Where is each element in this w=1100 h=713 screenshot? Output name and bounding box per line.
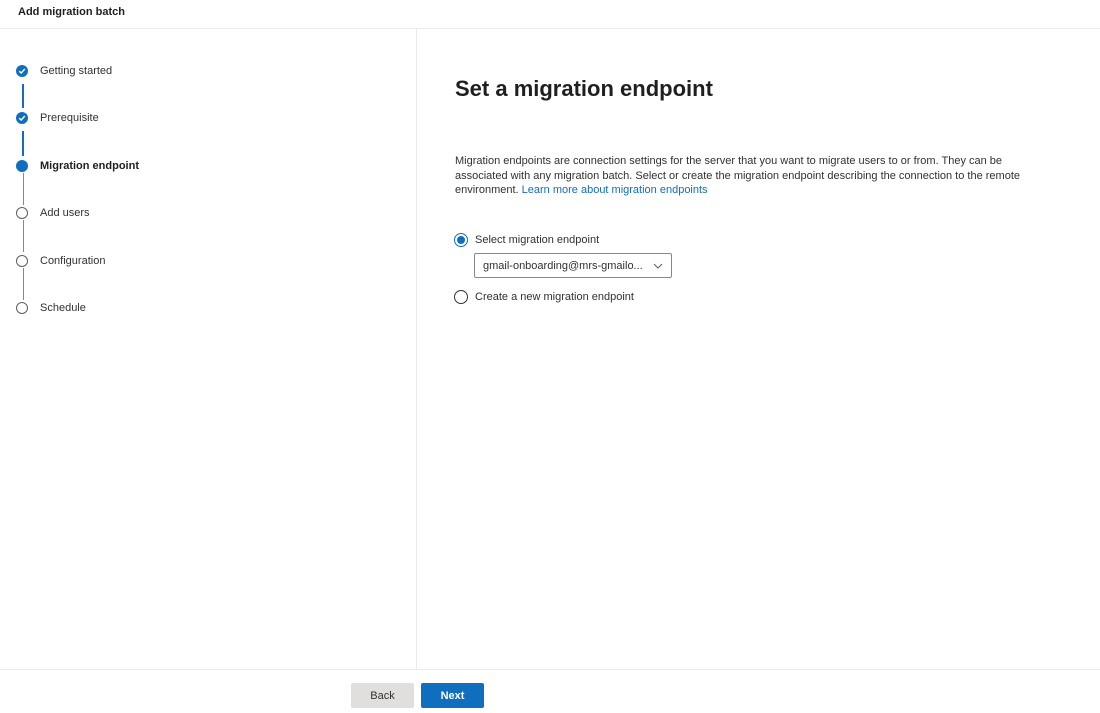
step-migration-endpoint: Migration endpoint [16, 158, 139, 174]
step-label: Prerequisite [40, 112, 99, 124]
pending-step-icon [16, 255, 28, 267]
wizard-steps: Getting started Prerequisite Migration e… [0, 29, 417, 669]
step-getting-started: Getting started [16, 63, 112, 79]
radio-selected-icon[interactable] [454, 233, 468, 247]
dropdown-value: gmail-onboarding@mrs-gmailo... [483, 259, 643, 272]
step-add-users: Add users [16, 205, 90, 221]
step-configuration: Configuration [16, 253, 105, 269]
pending-step-icon [16, 302, 28, 314]
select-endpoint-option[interactable]: Select migration endpoint [454, 233, 599, 247]
step-prerequisite: Prerequisite [16, 110, 99, 126]
step-label: Getting started [40, 65, 113, 77]
radio-label: Create a new migration endpoint [475, 291, 634, 303]
pending-step-icon [16, 207, 28, 219]
step-schedule: Schedule [16, 300, 86, 316]
step-label: Schedule [40, 302, 86, 314]
step-connector [22, 131, 24, 156]
main-content: Set a migration endpoint Migration endpo… [417, 29, 1100, 669]
checkmark-icon [16, 65, 28, 77]
page-title: Set a migration endpoint [455, 76, 713, 101]
description-text: Migration endpoints are connection setti… [455, 154, 1020, 198]
endpoint-dropdown[interactable]: gmail-onboarding@mrs-gmailo... [474, 253, 672, 278]
back-button[interactable]: Back [351, 683, 414, 708]
step-connector [22, 84, 24, 108]
current-step-icon [16, 160, 28, 172]
step-connector [22, 268, 24, 300]
radio-unselected-icon[interactable] [454, 290, 468, 304]
footer-bar: Back Next [0, 669, 1100, 713]
step-label: Add users [40, 207, 90, 219]
panel-header: Add migration batch [0, 0, 1100, 29]
learn-more-link[interactable]: Learn more about migration endpoints [522, 184, 708, 196]
chevron-down-icon [653, 263, 663, 269]
step-connector [22, 220, 24, 252]
step-label: Migration endpoint [40, 160, 139, 172]
step-label: Configuration [40, 255, 106, 267]
radio-label: Select migration endpoint [475, 234, 600, 246]
checkmark-icon [16, 112, 28, 124]
step-connector [22, 173, 24, 205]
radio-dot [457, 236, 465, 244]
create-endpoint-option[interactable]: Create a new migration endpoint [454, 290, 634, 304]
next-button[interactable]: Next [421, 683, 484, 708]
panel-title: Add migration batch [18, 6, 125, 18]
